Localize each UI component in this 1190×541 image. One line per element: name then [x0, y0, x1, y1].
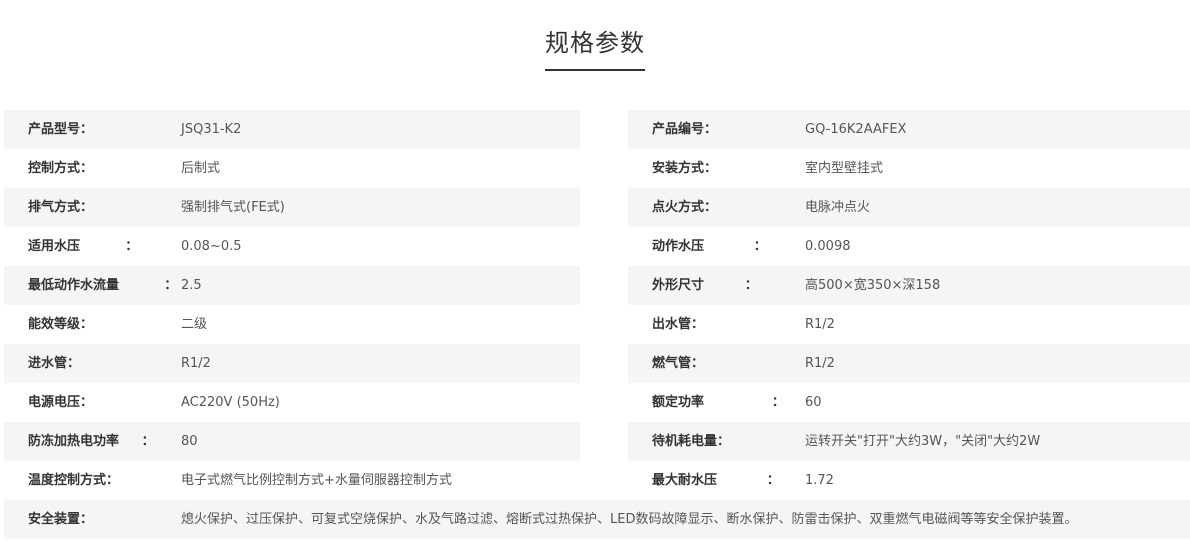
- spec-row: 防冻加热电功率 ： 80 待机耗电量： 运转开关"打开"大约3W，"关闭"大约2…: [4, 422, 1190, 461]
- spec-label: 控制方式：: [28, 161, 94, 176]
- title-section: 规格参数: [0, 27, 1190, 71]
- spec-value: 运转开关"打开"大约3W，"关闭"大约2W: [805, 434, 1041, 449]
- spec-table: 产品型号： JSQ31-K2 产品编号： GQ-16K2AAFEX 控制方式： …: [4, 110, 1190, 539]
- spec-label: 待机耗电量：: [652, 434, 731, 449]
- spec-cell: 安装方式： 室内型壁挂式: [628, 149, 1190, 188]
- spec-row: 排气方式： 强制排气式(FE式) 点火方式： 电脉冲点火: [4, 188, 1190, 227]
- spec-value: R1/2: [181, 356, 211, 371]
- spec-value: R1/2: [805, 356, 835, 371]
- spec-cell: 外形尺寸 ： 高500×宽350×深158: [628, 266, 1190, 305]
- spec-cell: 最低动作水流量 ： 2.5: [4, 266, 580, 305]
- spec-value: 80: [181, 434, 198, 449]
- spec-label: 能效等级：: [28, 317, 94, 332]
- spec-value: 熄火保护、过压保护、可复式空烧保护、水及气路过滤、熔断式过热保护、LED数码故障…: [181, 512, 1078, 527]
- spec-cell: 出水管： R1/2: [628, 305, 1190, 344]
- spec-label: 外形尺寸 ：: [652, 278, 758, 293]
- spec-value: JSQ31-K2: [181, 122, 242, 137]
- spec-row: 适用水压 ： 0.08~0.5 动作水压 ： 0.0098: [4, 227, 1190, 266]
- spec-label: 产品编号：: [652, 122, 718, 137]
- spec-label: 温度控制方式：: [28, 473, 120, 488]
- spec-label: 最大耐水压 ：: [652, 473, 780, 488]
- spec-label: 进水管：: [28, 356, 81, 371]
- spec-row: 控制方式： 后制式 安装方式： 室内型壁挂式: [4, 149, 1190, 188]
- spec-cell: 能效等级： 二级: [4, 305, 580, 344]
- spec-value: 电子式燃气比例控制方式+水量伺服器控制方式: [181, 473, 452, 488]
- spec-value: 0.08~0.5: [181, 239, 242, 254]
- spec-cell: 动作水压 ： 0.0098: [628, 227, 1190, 266]
- page-title: 规格参数: [545, 27, 645, 71]
- spec-cell: 排气方式： 强制排气式(FE式): [4, 188, 580, 227]
- spec-value: GQ-16K2AAFEX: [805, 122, 907, 137]
- spec-cell: 适用水压 ： 0.08~0.5: [4, 227, 580, 266]
- spec-label: 动作水压 ：: [652, 239, 767, 254]
- spec-row: 温度控制方式： 电子式燃气比例控制方式+水量伺服器控制方式 最大耐水压 ： 1.…: [4, 461, 1190, 500]
- spec-value: R1/2: [805, 317, 835, 332]
- spec-value: 电脉冲点火: [805, 200, 871, 215]
- spec-cell: 待机耗电量： 运转开关"打开"大约3W，"关闭"大约2W: [628, 422, 1190, 461]
- spec-label: 点火方式：: [652, 200, 718, 215]
- spec-value: 0.0098: [805, 239, 851, 254]
- spec-cell: 控制方式： 后制式: [4, 149, 580, 188]
- spec-label: 电源电压：: [28, 395, 94, 410]
- spec-label: 排气方式：: [28, 200, 94, 215]
- spec-label: 出水管：: [652, 317, 705, 332]
- spec-cell: 进水管： R1/2: [4, 344, 580, 383]
- spec-label: 额定功率 ：: [652, 395, 785, 410]
- spec-cell: 点火方式： 电脉冲点火: [628, 188, 1190, 227]
- spec-label: 安装方式：: [652, 161, 718, 176]
- spec-label: 适用水压 ：: [28, 239, 139, 254]
- spec-label: 防冻加热电功率 ：: [28, 434, 155, 449]
- spec-cell: 额定功率 ： 60: [628, 383, 1190, 422]
- spec-cell: 防冻加热电功率 ： 80: [4, 422, 580, 461]
- spec-value: 二级: [181, 317, 208, 332]
- spec-row: 能效等级： 二级 出水管： R1/2: [4, 305, 1190, 344]
- spec-cell: 产品型号： JSQ31-K2: [4, 110, 580, 149]
- spec-row: 电源电压： AC220V (50Hz) 额定功率 ： 60: [4, 383, 1190, 422]
- spec-cell: 安全装置： 熄火保护、过压保护、可复式空烧保护、水及气路过滤、熔断式过热保护、L…: [4, 500, 1190, 539]
- spec-value: 强制排气式(FE式): [181, 200, 285, 215]
- spec-value: 60: [805, 395, 822, 410]
- spec-row: 产品型号： JSQ31-K2 产品编号： GQ-16K2AAFEX: [4, 110, 1190, 149]
- spec-cell: 燃气管： R1/2: [628, 344, 1190, 383]
- spec-value: 2.5: [181, 278, 202, 293]
- spec-value: AC220V (50Hz): [181, 395, 280, 410]
- spec-label: 产品型号：: [28, 122, 94, 137]
- spec-cell: 电源电压： AC220V (50Hz): [4, 383, 580, 422]
- spec-cell: 产品编号： GQ-16K2AAFEX: [628, 110, 1190, 149]
- spec-label: 最低动作水流量 ：: [28, 278, 178, 293]
- spec-value: 室内型壁挂式: [805, 161, 884, 176]
- spec-cell: 温度控制方式： 电子式燃气比例控制方式+水量伺服器控制方式: [4, 461, 580, 500]
- spec-value: 后制式: [181, 161, 221, 176]
- spec-cell: 最大耐水压 ： 1.72: [628, 461, 1190, 500]
- spec-label: 安全装置：: [28, 512, 94, 527]
- spec-row: 最低动作水流量 ： 2.5 外形尺寸 ： 高500×宽350×深158: [4, 266, 1190, 305]
- spec-label: 燃气管：: [652, 356, 705, 371]
- spec-value: 高500×宽350×深158: [805, 278, 941, 293]
- spec-value: 1.72: [805, 473, 834, 488]
- spec-row: 进水管： R1/2 燃气管： R1/2: [4, 344, 1190, 383]
- spec-row-safety: 安全装置： 熄火保护、过压保护、可复式空烧保护、水及气路过滤、熔断式过热保护、L…: [4, 500, 1190, 539]
